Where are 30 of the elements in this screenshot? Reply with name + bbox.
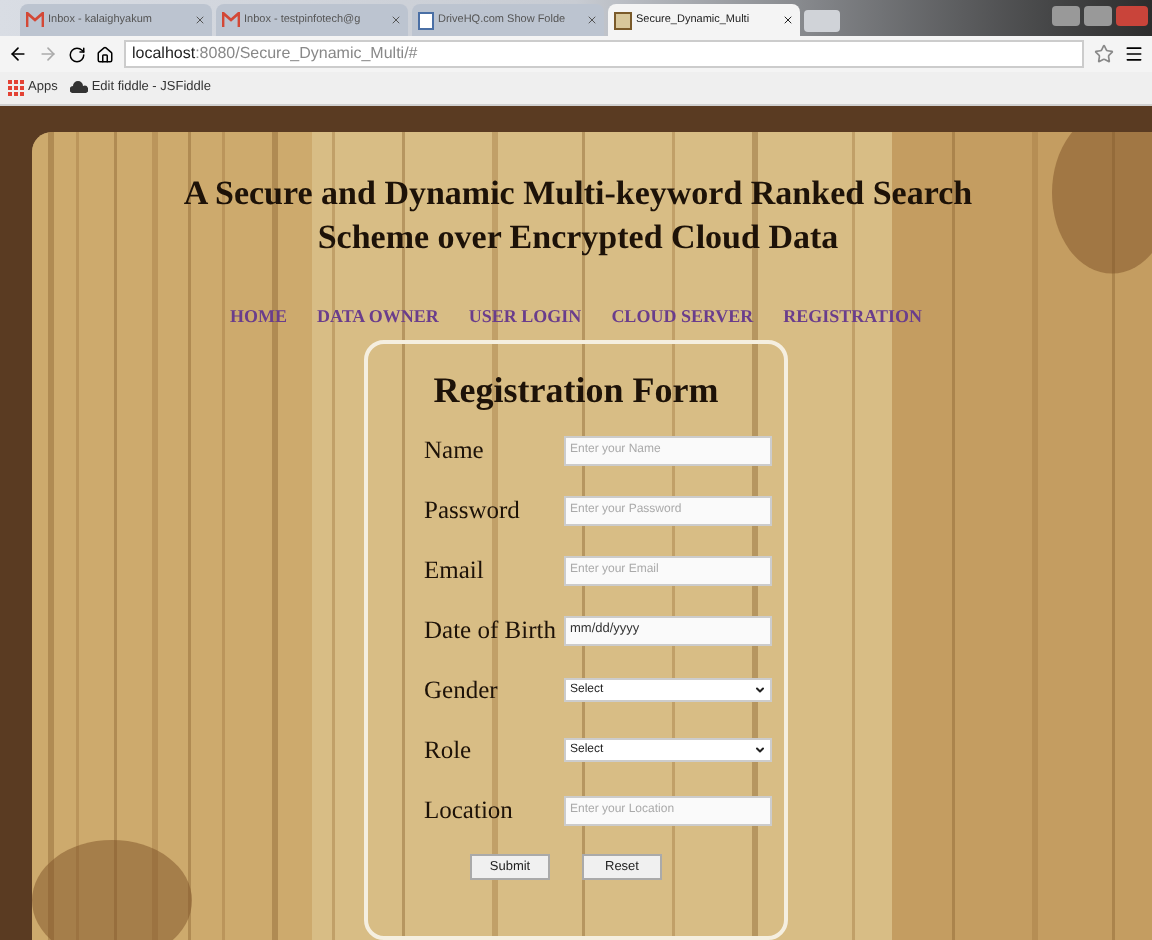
address-field[interactable]: localhost:8080/Secure_Dynamic_Multi/# <box>124 40 1084 69</box>
field-label: Location <box>424 793 515 828</box>
field-label: Role <box>424 733 474 768</box>
form-title: Registration Form <box>433 368 719 414</box>
field-label: Password <box>424 493 522 528</box>
nav-link[interactable]: USER LOGIN <box>468 303 582 330</box>
field-label: Date of Birth <box>424 613 558 648</box>
mail-icon <box>26 12 44 29</box>
nav-link[interactable]: CLOUD SERVER <box>611 303 754 330</box>
reload-icon[interactable] <box>68 45 86 64</box>
field-label: Gender <box>424 673 500 708</box>
page-title: Scheme over Encrypted Cloud Data <box>317 215 839 259</box>
document-icon <box>418 11 434 30</box>
cloud-icon <box>69 80 88 95</box>
nav-link[interactable]: HOME <box>230 303 287 330</box>
image-icon <box>614 11 632 30</box>
nav-link[interactable]: REGISTRATION <box>783 303 922 330</box>
field-label: Email <box>424 553 486 588</box>
page-title: A Secure and Dynamic Multi-keyword Ranked Search <box>183 171 973 215</box>
mail-icon <box>222 12 240 29</box>
bookmark-star-icon[interactable] <box>1094 44 1114 65</box>
close-icon[interactable] <box>782 14 794 27</box>
new-tab-button[interactable] <box>804 10 840 33</box>
nav-link[interactable]: DATA OWNER <box>317 303 439 330</box>
back-icon[interactable] <box>8 44 28 65</box>
home-icon[interactable] <box>96 45 114 64</box>
field-label: Name <box>424 433 486 468</box>
menu-icon[interactable] <box>1124 44 1144 65</box>
url-text: localhost:8080/Secure_Dynamic_Multi/# <box>132 42 418 67</box>
apps-grid-icon <box>8 79 24 96</box>
